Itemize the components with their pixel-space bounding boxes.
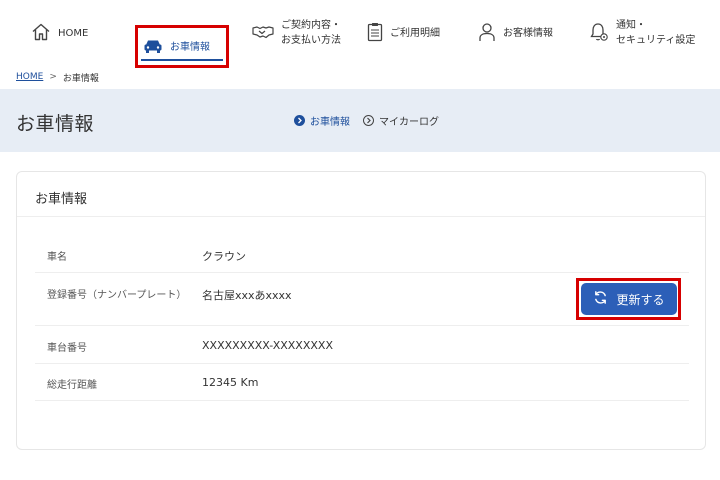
person-icon — [478, 22, 496, 45]
nav-contract-label: ご契約内容・ お支払い方法 — [281, 20, 341, 46]
breadcrumb-current: お車情報 — [62, 73, 99, 84]
page-header-band — [0, 89, 720, 152]
breadcrumb-separator: > — [49, 72, 57, 82]
home-icon — [31, 22, 51, 45]
chevron-right-circle-icon — [363, 115, 374, 126]
handshake-icon — [252, 24, 274, 43]
row-label: 車台番号 — [47, 343, 87, 354]
update-button-label: 更新する — [616, 292, 665, 307]
nav-usage-label: ご利用明細 — [390, 27, 440, 39]
row-label: 総走行距離 — [47, 380, 97, 391]
nav-home[interactable]: HOME — [31, 0, 88, 66]
subnav-mycar-log[interactable]: マイカーログ — [363, 113, 439, 128]
row-value: クラウン — [202, 250, 246, 263]
bell-gear-icon — [589, 22, 609, 45]
refresh-icon — [593, 290, 608, 308]
row-label: 登録番号（ナンバープレート） — [47, 290, 187, 301]
nav-customer[interactable]: お客様情報 — [478, 0, 553, 66]
info-row-mileage: 総走行距離 12345 Km — [35, 364, 689, 401]
row-value: 名古屋xxxあxxxx — [202, 289, 292, 302]
subnav-car-info[interactable]: お車情報 — [294, 113, 350, 128]
card-divider — [17, 216, 705, 217]
update-button[interactable]: 更新する — [581, 283, 677, 315]
nav-home-label: HOME — [58, 27, 89, 39]
row-value: XXXXXXXXX-XXXXXXXX — [202, 339, 333, 352]
nav-customer-label: お客様情報 — [503, 27, 553, 39]
row-label: 車名 — [47, 252, 67, 263]
info-row-car-name: 車名 クラウン — [35, 236, 689, 273]
nav-car-info[interactable]: お車情報 — [135, 27, 229, 67]
top-navigation: HOME お車情報 ご契約内容・ お支払い方法 ご利用明細 お客様情報 通知・ … — [0, 0, 720, 66]
nav-notify-label: 通知・ セキュリティ設定 — [616, 20, 696, 46]
row-value: 12345 Km — [202, 376, 259, 389]
nav-notify-security[interactable]: 通知・ セキュリティ設定 — [589, 0, 695, 66]
nav-usage[interactable]: ご利用明細 — [367, 0, 440, 66]
subnav-car-info-label: お車情報 — [310, 117, 350, 128]
car-icon — [143, 38, 163, 57]
page-title: お車情報 — [16, 113, 95, 135]
breadcrumb: HOME > お車情報 — [16, 70, 99, 84]
nav-car-info-label: お車情報 — [170, 41, 210, 53]
active-tab-indicator — [141, 59, 223, 61]
subnav-mycar-log-label: マイカーログ — [379, 117, 439, 128]
clipboard-icon — [367, 22, 383, 45]
chevron-right-circle-icon — [294, 115, 305, 126]
card-title: お車情報 — [35, 192, 88, 207]
nav-contract[interactable]: ご契約内容・ お支払い方法 — [252, 0, 341, 66]
info-row-chassis: 車台番号 XXXXXXXXX-XXXXXXXX — [35, 326, 689, 364]
breadcrumb-home-link[interactable]: HOME — [16, 72, 43, 82]
